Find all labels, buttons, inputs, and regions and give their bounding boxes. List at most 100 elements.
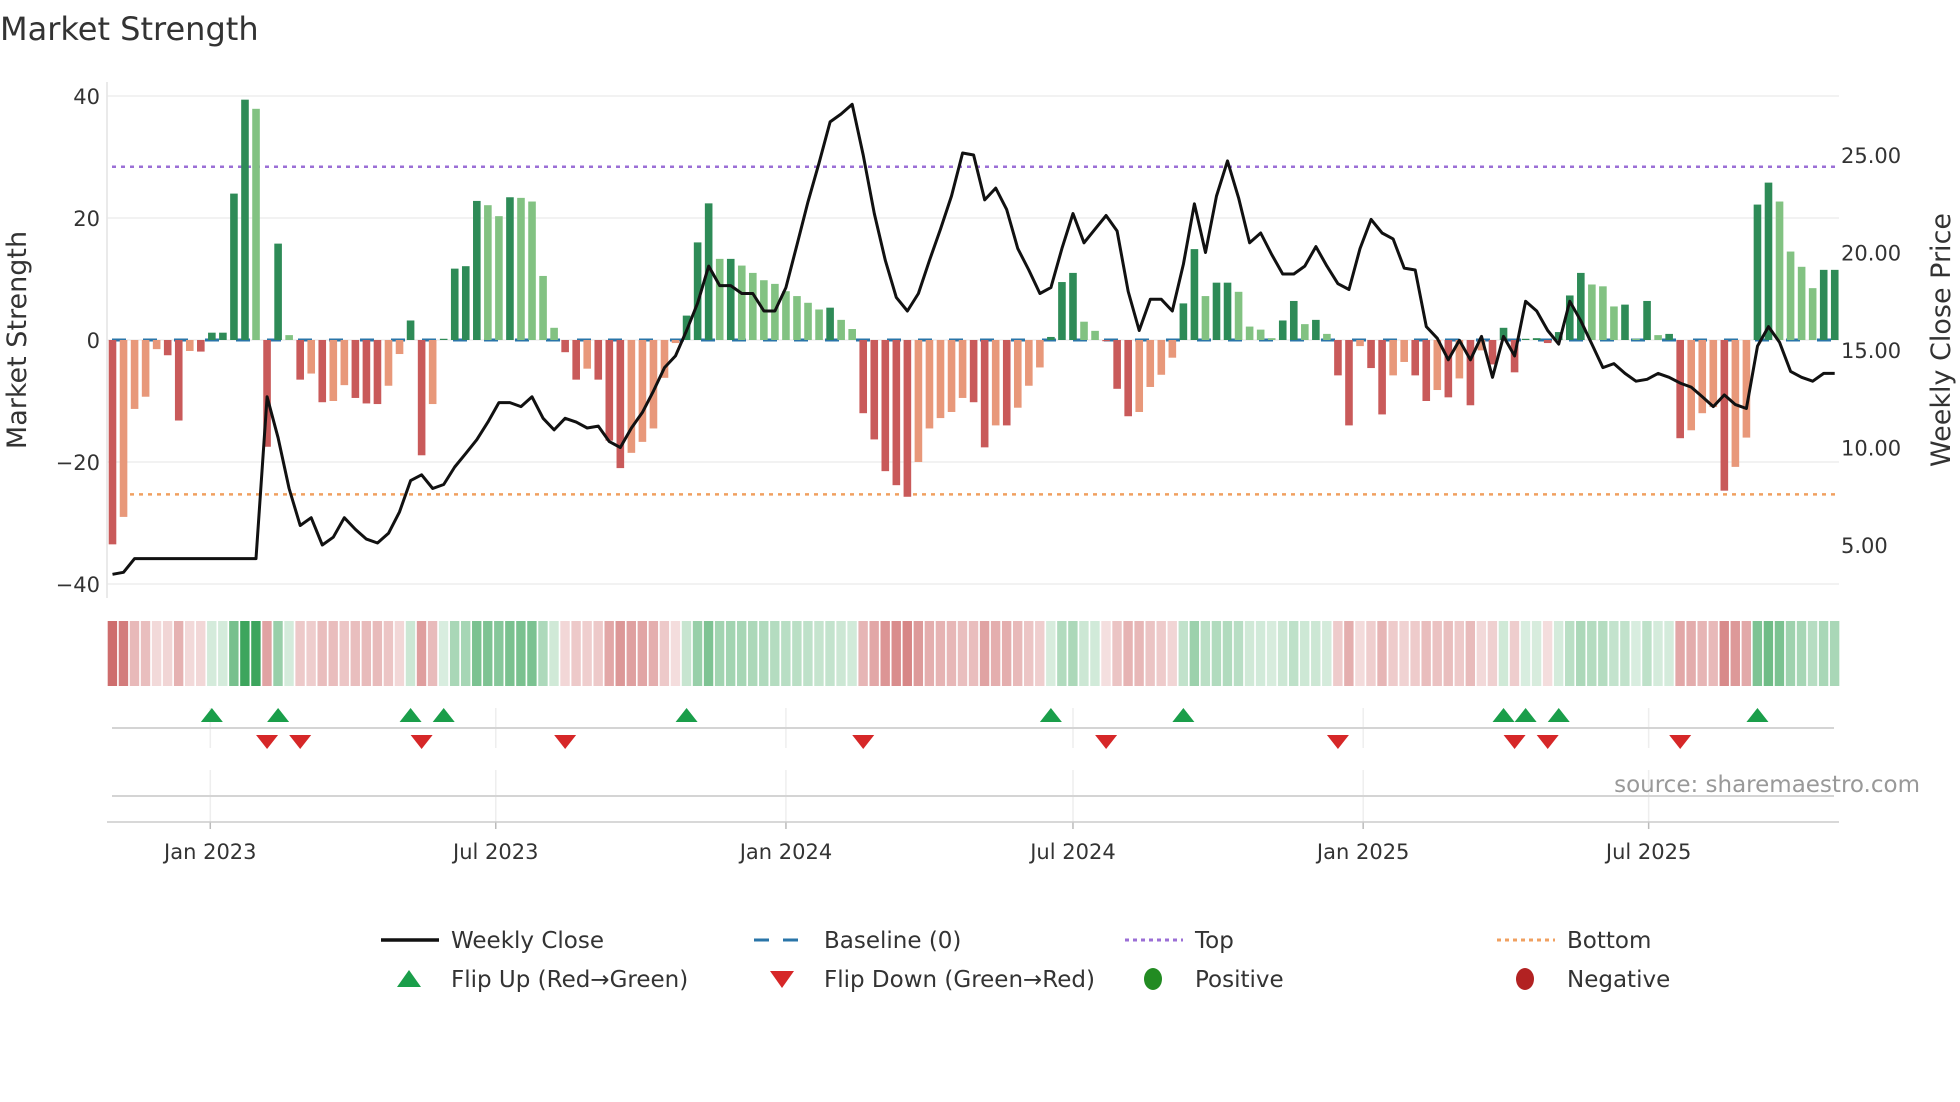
strength-bar xyxy=(605,340,614,441)
heatmap-cell xyxy=(659,621,670,686)
strength-bar xyxy=(1577,272,1585,340)
strength-bar xyxy=(461,266,470,340)
heatmap-cell xyxy=(604,621,614,686)
heatmap-cell xyxy=(924,621,935,686)
heatmap-cell xyxy=(615,621,625,686)
strength-bar xyxy=(219,332,227,340)
strength-bar xyxy=(1797,266,1806,340)
strength-bar xyxy=(1036,340,1044,368)
heatmap-cell xyxy=(582,621,592,686)
heatmap-cell xyxy=(1785,621,1796,686)
strength-bar xyxy=(1323,333,1331,340)
strength-bar xyxy=(1267,338,1276,340)
flip-down-marker xyxy=(410,735,433,749)
heatmap-cell xyxy=(825,621,835,686)
strength-bar xyxy=(561,340,569,353)
strength-bar xyxy=(1080,321,1088,340)
strength-bar xyxy=(1069,272,1077,340)
heatmap-cell xyxy=(1774,621,1785,686)
heatmap-cell xyxy=(1288,621,1299,686)
heatmap-cell xyxy=(140,621,151,686)
heatmap-cell xyxy=(1311,621,1321,686)
strength-bar xyxy=(1025,340,1033,386)
strength-bar xyxy=(1698,340,1707,414)
heatmap-cell xyxy=(1068,621,1078,686)
strength-bar xyxy=(1709,340,1718,408)
strength-bar xyxy=(969,340,978,403)
heatmap-cell xyxy=(184,621,195,686)
heatmap-cell xyxy=(1355,621,1365,686)
strength-bar xyxy=(715,258,724,340)
heatmap-cell xyxy=(162,621,173,686)
heatmap-cell xyxy=(560,621,570,686)
strength-bar xyxy=(517,197,525,340)
strength-bar xyxy=(737,265,746,340)
strength-bar xyxy=(1588,284,1596,340)
heatmap-cell xyxy=(703,621,714,686)
heatmap-cell xyxy=(107,621,118,686)
flip-up-marker xyxy=(1039,708,1062,722)
strength-bar xyxy=(793,296,801,340)
strength-bar xyxy=(473,200,481,340)
heatmap-cell xyxy=(1366,621,1376,686)
flip-up-marker xyxy=(399,708,422,722)
strength-bar xyxy=(1256,329,1265,340)
heatmap-cell xyxy=(494,621,504,686)
heatmap-cell xyxy=(1542,621,1553,686)
strength-bar xyxy=(1389,340,1397,376)
strength-bar xyxy=(947,340,956,412)
heatmap-cell xyxy=(317,621,327,686)
chart-title: Market Strength xyxy=(0,10,259,48)
heatmap-cell xyxy=(1675,621,1685,686)
heatmap-cell xyxy=(847,621,857,686)
strength-bar xyxy=(550,327,558,340)
heatmap-cell xyxy=(1620,621,1630,686)
strength-bar xyxy=(1521,338,1530,340)
strength-bar xyxy=(329,340,338,401)
strength-bar xyxy=(572,340,580,380)
heatmap-cell xyxy=(1697,621,1707,686)
heatmap-cell xyxy=(1024,621,1034,686)
heatmap-cell xyxy=(571,621,581,686)
heatmap-cell xyxy=(913,621,924,686)
heatmap-cell xyxy=(151,621,162,686)
legend-label: Flip Up (Red→Green) xyxy=(451,967,688,993)
heatmap-cell xyxy=(626,621,636,686)
strength-bar xyxy=(1301,324,1309,340)
heatmap-cell xyxy=(979,621,990,686)
heatmap-cell xyxy=(759,621,769,686)
strength-bar xyxy=(307,340,316,374)
heatmap-cell xyxy=(803,621,813,686)
strength-bar xyxy=(108,340,117,545)
y2-tick-label: 20.00 xyxy=(1841,242,1901,266)
flip-down-marker xyxy=(289,735,312,749)
flip-down-marker xyxy=(256,735,279,749)
heatmap-cell xyxy=(1101,621,1111,686)
strength-bar xyxy=(1488,340,1497,365)
heatmap-cell xyxy=(1476,621,1487,686)
strength-bar xyxy=(208,332,216,340)
strength-bar xyxy=(826,307,834,340)
x-tick-label: Jan 2023 xyxy=(162,840,257,864)
heatmap-cell xyxy=(1112,621,1122,686)
heatmap-cell xyxy=(218,621,228,686)
flip-down-marker xyxy=(1669,735,1692,749)
strength-bar xyxy=(296,340,304,380)
strength-bar xyxy=(1190,249,1199,340)
heatmap-cell xyxy=(1001,621,1012,686)
heatmap-cell xyxy=(1631,621,1641,686)
heatmap-cell xyxy=(814,621,824,686)
heatmap-cell xyxy=(1200,621,1211,686)
strength-bar xyxy=(1819,269,1828,340)
strength-bar xyxy=(1466,340,1475,406)
x-tick-label: Jul 2024 xyxy=(1028,840,1115,864)
strength-bar xyxy=(1234,291,1243,340)
strength-bar xyxy=(528,201,536,340)
heatmap-cell xyxy=(1642,621,1652,686)
heatmap-cell xyxy=(1046,621,1056,686)
heatmap-cell xyxy=(692,621,703,686)
strength-bar xyxy=(1643,300,1651,340)
strength-bar xyxy=(1201,296,1210,340)
y2-tick-label: 5.00 xyxy=(1841,534,1888,558)
heatmap-cell xyxy=(1123,621,1133,686)
